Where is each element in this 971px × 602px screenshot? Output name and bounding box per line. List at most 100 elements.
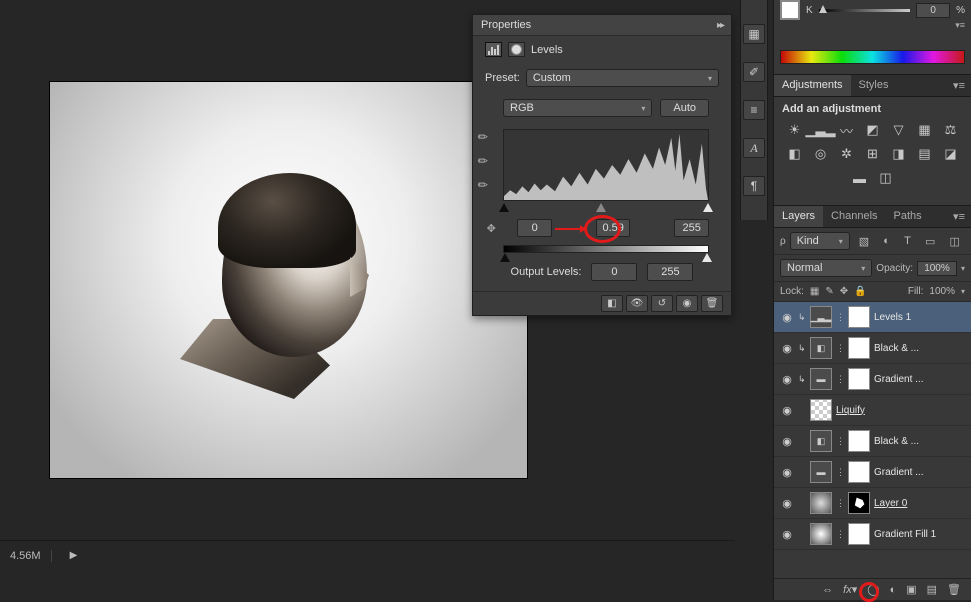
invert-icon[interactable]: ◨	[889, 145, 909, 163]
layer-thumb[interactable]	[810, 523, 832, 545]
histogram[interactable]	[503, 129, 709, 201]
visibility-icon[interactable]: ◉	[780, 497, 794, 510]
vibrance-icon[interactable]: ▽	[889, 121, 909, 139]
layer-name[interactable]: Liquify	[836, 405, 865, 416]
new-adjustment-button[interactable]: ◐	[890, 584, 897, 596]
auto-button[interactable]: Auto	[660, 99, 709, 117]
layer-thumb[interactable]: ▬	[810, 461, 832, 483]
view-previous-button[interactable]: 👁	[626, 295, 648, 312]
layer-mask-thumb[interactable]	[848, 523, 870, 545]
white-point-handle[interactable]	[703, 203, 713, 212]
lock-all-icon[interactable]: 🔒	[854, 286, 866, 297]
selective-color-icon[interactable]: ◫	[876, 169, 896, 187]
delete-adjustment-button[interactable]: 🗑	[701, 295, 723, 312]
status-filesize[interactable]: 4.56M	[0, 550, 52, 562]
link-layers-button[interactable]: ⇔	[822, 584, 833, 596]
levels-icon[interactable]: ▁▃▂	[811, 121, 831, 139]
input-white-field[interactable]: 255	[674, 219, 709, 237]
layer-row[interactable]: ◉ ↳ ▁▃▂ ⋮ Levels 1	[774, 302, 971, 333]
layer-row[interactable]: ◉ ⋮ Layer 0	[774, 488, 971, 519]
layer-name[interactable]: Gradient ...	[874, 467, 923, 478]
layer-thumb[interactable]: ◧	[810, 337, 832, 359]
timeline-play-icon[interactable]: ▶	[70, 550, 78, 561]
blend-mode-select[interactable]: Normal▾	[780, 259, 872, 277]
layer-name[interactable]: Black & ...	[874, 436, 919, 447]
layer-thumb[interactable]: ▁▃▂	[810, 306, 832, 328]
dock-paragraph-icon[interactable]: ¶	[743, 176, 765, 196]
layer-name[interactable]: Black & ...	[874, 343, 919, 354]
layer-thumb[interactable]	[810, 492, 832, 514]
brightness-icon[interactable]: ☀	[785, 121, 805, 139]
output-black-handle[interactable]	[500, 253, 510, 262]
tab-adjustments[interactable]: Adjustments	[774, 75, 851, 96]
opacity-value[interactable]: 100%	[917, 261, 957, 276]
layer-name[interactable]: Gradient ...	[874, 374, 923, 385]
mask-icon[interactable]	[508, 42, 525, 57]
output-white-field[interactable]: 255	[647, 263, 693, 281]
exposure-icon[interactable]: ◩	[863, 121, 883, 139]
layer-name[interactable]: Layer 0	[874, 498, 907, 509]
gradient-map-icon[interactable]: ▬	[850, 169, 870, 187]
posterize-icon[interactable]: ▤	[915, 145, 935, 163]
dock-brush-icon[interactable]: ✐	[743, 62, 765, 82]
filter-pixel-icon[interactable]: ▧	[859, 235, 869, 248]
curves-icon[interactable]: 〰	[837, 121, 857, 139]
filter-smart-icon[interactable]: ◫	[949, 235, 959, 248]
tab-channels[interactable]: Channels	[823, 206, 885, 227]
document-canvas[interactable]	[50, 82, 527, 478]
fx-button[interactable]: fx▾	[843, 583, 857, 596]
hue-sat-icon[interactable]: ▦	[915, 121, 935, 139]
layer-name[interactable]: Gradient Fill 1	[874, 529, 936, 540]
visibility-icon[interactable]: ◉	[780, 528, 794, 541]
fill-value[interactable]: 100%	[929, 286, 955, 297]
color-balance-icon[interactable]: ⚖	[941, 121, 961, 139]
channel-mixer-icon[interactable]: ✲	[837, 145, 857, 163]
color-value-field[interactable]: 0	[916, 3, 950, 18]
layer-thumb[interactable]: ▬	[810, 368, 832, 390]
input-gamma-field[interactable]: 0.59	[596, 219, 631, 237]
new-layer-button[interactable]: ▤	[927, 583, 937, 596]
toggle-visibility-button[interactable]: ◉	[676, 295, 698, 312]
visibility-icon[interactable]: ◉	[780, 373, 794, 386]
layer-row[interactable]: ◉ ↳ ◧ ⋮ Black & ...	[774, 333, 971, 364]
filter-type-icon[interactable]: T	[904, 235, 911, 248]
black-point-handle[interactable]	[499, 203, 509, 212]
tab-styles[interactable]: Styles	[851, 75, 897, 96]
visibility-icon[interactable]: ◉	[780, 311, 794, 324]
output-gradient[interactable]	[503, 245, 709, 253]
panel-menu-icon[interactable]: ▾≡	[947, 206, 971, 227]
layer-thumb[interactable]	[810, 399, 832, 421]
tab-paths[interactable]: Paths	[886, 206, 930, 227]
visibility-icon[interactable]: ◉	[780, 466, 794, 479]
layer-row[interactable]: ◉ Liquify	[774, 395, 971, 426]
filter-adjust-icon[interactable]: ◐	[883, 235, 890, 248]
layer-mask-thumb[interactable]	[848, 337, 870, 359]
layer-filter-select[interactable]: Kind▾	[790, 232, 850, 250]
layer-row[interactable]: ◉ ◧ ⋮ Black & ...	[774, 426, 971, 457]
color-spectrum[interactable]	[780, 50, 965, 64]
delete-layer-button[interactable]: 🗑	[947, 583, 961, 596]
lock-transparent-icon[interactable]: ▦	[810, 286, 819, 297]
layer-thumb[interactable]: ◧	[810, 430, 832, 452]
panel-menu-icon[interactable]: ▾≡	[955, 20, 965, 24]
threshold-icon[interactable]: ◪	[941, 145, 961, 163]
layer-mask-thumb[interactable]	[848, 492, 870, 514]
layer-row[interactable]: ◉ ▬ ⋮ Gradient ...	[774, 457, 971, 488]
sample-tool-icon[interactable]: ✥	[485, 222, 495, 235]
filter-shape-icon[interactable]: ▭	[925, 235, 935, 248]
output-black-field[interactable]: 0	[591, 263, 637, 281]
bw-icon[interactable]: ◧	[785, 145, 805, 163]
layer-mask-thumb[interactable]	[848, 430, 870, 452]
tab-layers[interactable]: Layers	[774, 206, 823, 227]
panel-collapse-icon[interactable]: ▸▸	[717, 20, 723, 31]
layer-mask-thumb[interactable]	[848, 461, 870, 483]
color-lookup-icon[interactable]: ⊞	[863, 145, 883, 163]
layer-name[interactable]: Levels 1	[874, 312, 911, 323]
foreground-swatch[interactable]	[780, 0, 800, 20]
clip-to-layer-button[interactable]: ◧	[601, 295, 623, 312]
properties-header[interactable]: Properties ▸▸	[473, 15, 731, 36]
lock-position-icon[interactable]: ✥	[840, 286, 848, 297]
layer-row[interactable]: ◉ ↳ ▬ ⋮ Gradient ...	[774, 364, 971, 395]
color-slider[interactable]	[819, 9, 910, 12]
visibility-icon[interactable]: ◉	[780, 342, 794, 355]
